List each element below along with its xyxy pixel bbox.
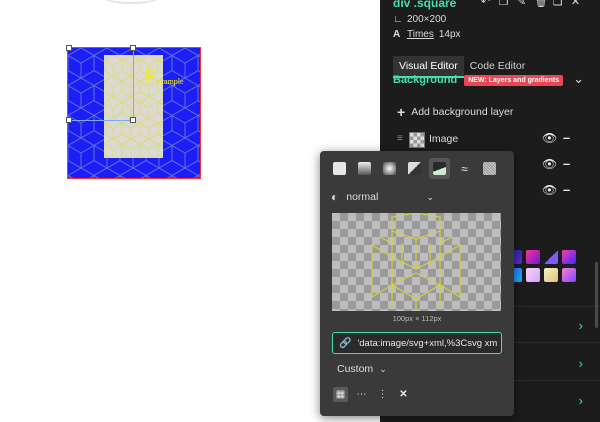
close-icon[interactable]: ✕	[570, 0, 581, 8]
dots-icon: ⋯	[356, 389, 367, 400]
preset-swatch[interactable]	[544, 268, 558, 282]
image-icon	[433, 162, 446, 175]
preset-swatch[interactable]	[526, 268, 540, 282]
conic-gradient-icon	[408, 162, 421, 175]
gradient-preset-grid	[508, 250, 580, 282]
layer-label: Image	[429, 133, 459, 145]
font-family-link[interactable]: Times	[407, 29, 434, 40]
chevron-down-icon: ⌄	[426, 191, 434, 202]
repeat-grid-button[interactable]: ▦	[333, 387, 348, 402]
radial-gradient-icon	[383, 162, 396, 175]
solid-color-icon	[333, 162, 346, 175]
repeat-x-button[interactable]: ⋯	[354, 387, 369, 402]
background-title: Background	[393, 74, 458, 86]
dimensions-icon: ∟	[393, 14, 403, 25]
layer-thumbnail	[409, 132, 425, 148]
blend-mode-select[interactable]: ◐ normal ⌄	[331, 190, 434, 204]
remove-layer-icon[interactable]: –	[563, 182, 570, 197]
size-info: ∟ 200×200	[393, 14, 446, 25]
image-url-input[interactable]	[357, 337, 498, 349]
image-preview	[332, 213, 501, 311]
blend-mode-icon: ◐	[331, 190, 339, 204]
chevron-right-icon[interactable]: ›	[579, 393, 583, 408]
link-icon: 🔗	[339, 337, 352, 349]
close-icon: ✕	[399, 389, 408, 400]
solid-color-button[interactable]	[329, 158, 350, 179]
repeat-y-button[interactable]: ⋮	[375, 387, 390, 402]
element-toolbar: ↶ ❐ ✎ 🗑 ❏ ✕	[480, 0, 581, 8]
image-url-field[interactable]: 🔗	[332, 332, 502, 354]
linear-gradient-button[interactable]	[354, 158, 375, 179]
preset-swatch[interactable]	[544, 250, 558, 264]
copy-icon[interactable]: ❐	[498, 0, 509, 8]
new-feature-badge: NEW: Layers and gradients	[464, 74, 564, 86]
plus-icon: +	[397, 104, 406, 120]
guide-line-horizontal	[72, 120, 132, 121]
preset-swatch[interactable]	[526, 250, 540, 264]
canvas-shape-edge	[100, 0, 162, 4]
pattern-preview-graphic	[371, 213, 461, 311]
selected-element-name: div .square	[393, 0, 457, 10]
edit-icon[interactable]: ✎	[516, 0, 527, 8]
image-button[interactable]	[429, 158, 450, 179]
background-size-select[interactable]: Custom ⌄	[337, 363, 387, 375]
size-value: 200×200	[407, 14, 447, 25]
chevron-down-icon[interactable]: ⌄	[573, 71, 584, 87]
background-size-value: Custom	[337, 363, 374, 375]
font-size-value: 14px	[438, 29, 461, 40]
guide-line-vertical	[133, 51, 134, 121]
blend-mode-value: normal	[346, 191, 379, 203]
example-text-rest: xample	[160, 77, 184, 86]
noise-icon	[483, 162, 496, 175]
layer-type-selector: ≈	[329, 158, 500, 179]
visibility-eye-icon[interactable]: 👁	[542, 183, 557, 197]
chevron-down-icon: ⌄	[379, 363, 387, 374]
drag-handle-icon[interactable]: ≡	[397, 133, 403, 144]
resize-handle-left[interactable]	[66, 117, 72, 123]
conic-gradient-button[interactable]	[404, 158, 425, 179]
resize-handle-top[interactable]	[130, 45, 136, 51]
font-icon: A	[393, 29, 401, 40]
font-info: A Times 14px	[393, 29, 461, 40]
background-section-header[interactable]: Background NEW: Layers and gradients	[393, 74, 564, 86]
pattern-icon: ≈	[461, 161, 468, 176]
add-layer-label: Add background layer	[411, 106, 514, 118]
remove-layer-icon[interactable]: –	[563, 130, 570, 145]
example-text-initial: E	[144, 64, 158, 89]
chevron-right-icon[interactable]: ›	[579, 356, 583, 371]
preview-dimensions: 100px × 112px	[392, 314, 442, 323]
background-layer-popover: ≈ ◐ normal ⌄ 100px × 112px 🔗 Custom ⌄	[320, 151, 514, 416]
visibility-eye-icon[interactable]: 👁	[542, 131, 557, 145]
radial-gradient-button[interactable]	[379, 158, 400, 179]
delete-icon[interactable]: 🗑	[534, 0, 548, 8]
noise-button[interactable]	[479, 158, 500, 179]
layer-row-image[interactable]: ≡ Image 👁 –	[397, 130, 582, 148]
preset-swatch[interactable]	[562, 250, 576, 264]
more-vertical-icon: ⋮	[377, 389, 388, 400]
no-repeat-button[interactable]: ✕	[396, 387, 411, 402]
add-background-layer-button[interactable]: + Add background layer	[397, 104, 513, 120]
visibility-eye-icon[interactable]: 👁	[542, 157, 557, 171]
panel-scrollbar[interactable]	[595, 262, 598, 328]
duplicate-icon[interactable]: ❏	[552, 0, 563, 8]
undo-icon[interactable]: ↶	[480, 0, 491, 8]
preset-swatch[interactable]	[562, 268, 576, 282]
pattern-button[interactable]: ≈	[454, 158, 475, 179]
chevron-right-icon[interactable]: ›	[579, 318, 583, 333]
linear-gradient-icon	[358, 162, 371, 175]
resize-handle-center[interactable]	[130, 117, 136, 123]
repeat-options: ▦ ⋯ ⋮ ✕	[333, 387, 411, 402]
remove-layer-icon[interactable]: –	[563, 156, 570, 171]
resize-handle-top-left[interactable]	[66, 45, 72, 51]
grid-icon: ▦	[335, 389, 346, 400]
